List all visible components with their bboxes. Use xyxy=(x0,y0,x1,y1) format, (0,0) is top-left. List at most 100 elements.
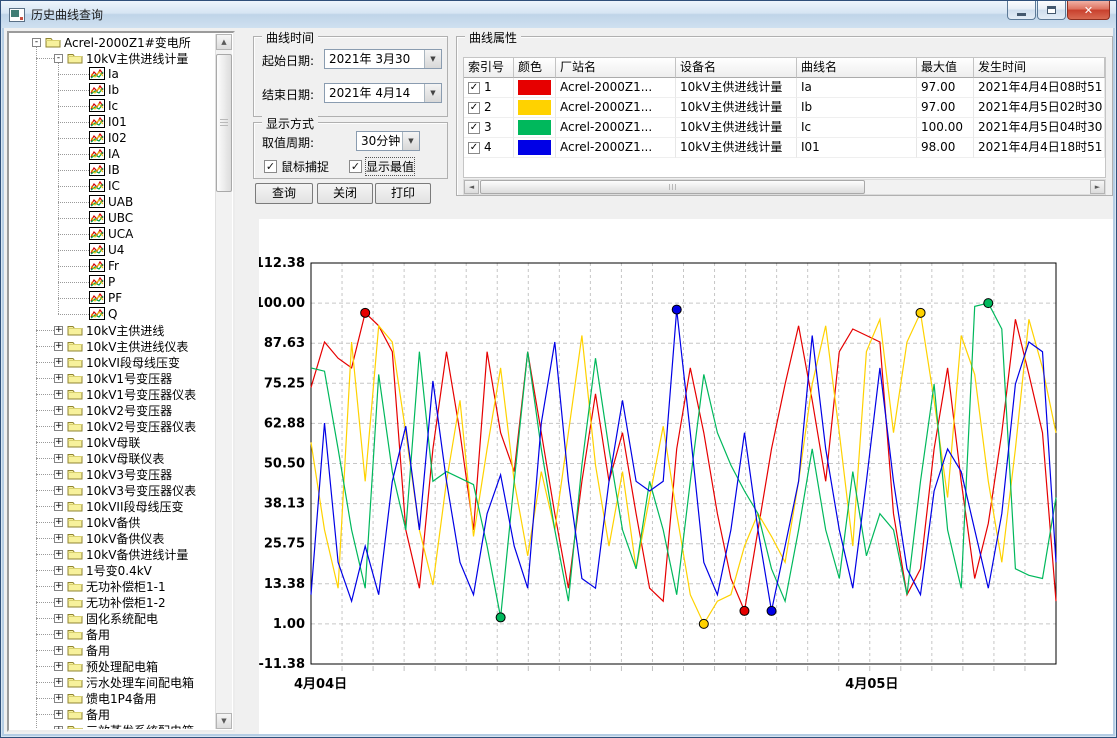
tree-item[interactable]: +10kVI段母线压变 xyxy=(10,354,214,370)
tree-item[interactable]: +10kV3号变压器 xyxy=(10,466,214,482)
expand-toggle-icon[interactable]: + xyxy=(54,678,63,687)
tree-item[interactable]: IA xyxy=(10,146,214,162)
tree-item[interactable]: +备用 xyxy=(10,706,214,722)
table-scroll-thumb[interactable] xyxy=(480,180,865,194)
expand-toggle-icon[interactable]: + xyxy=(54,566,63,575)
tree-item[interactable]: +10kV2号变压器仪表 xyxy=(10,418,214,434)
expand-toggle-icon[interactable]: + xyxy=(54,630,63,639)
query-button[interactable]: 查询 xyxy=(255,183,313,204)
tree-item[interactable]: +备用 xyxy=(10,626,214,642)
tree-item[interactable]: +10kVII段母线压变 xyxy=(10,498,214,514)
expand-toggle-icon[interactable]: + xyxy=(54,342,63,351)
scroll-right-button[interactable]: ► xyxy=(1090,180,1105,194)
maximize-button[interactable] xyxy=(1037,1,1066,20)
history-curve-chart[interactable]: 112.38100.0087.6375.2562.8850.5038.1325.… xyxy=(259,219,1113,734)
close-button[interactable]: ✕ xyxy=(1067,1,1110,20)
tree-item[interactable]: Fr xyxy=(10,258,214,274)
expand-toggle-icon[interactable]: + xyxy=(54,406,63,415)
expand-toggle-icon[interactable]: + xyxy=(54,614,63,623)
tree-item[interactable]: +10kV母联仪表 xyxy=(10,450,214,466)
expand-toggle-icon[interactable]: + xyxy=(54,502,63,511)
tree-vertical-scrollbar[interactable]: ▲ ▼ xyxy=(215,34,232,729)
tree-item[interactable]: +10kV主供进线仪表 xyxy=(10,338,214,354)
tree-item[interactable]: +无功补偿柜1-2 xyxy=(10,594,214,610)
table-column-header[interactable]: 索引号 xyxy=(464,58,514,78)
tree-item[interactable]: +预处理配电箱 xyxy=(10,658,214,674)
tree-item[interactable]: Q xyxy=(10,306,214,322)
tree-item[interactable]: -Acrel-2000Z1#变电所 xyxy=(10,34,214,50)
table-column-header[interactable]: 设备名 xyxy=(676,58,797,78)
curve-visible-checkbox[interactable]: ✓ xyxy=(468,102,480,114)
tree-item[interactable]: -10kV主供进线计量 xyxy=(10,50,214,66)
collapse-toggle-icon[interactable]: - xyxy=(54,54,63,63)
expand-toggle-icon[interactable]: + xyxy=(54,662,63,671)
tree-item[interactable]: IC xyxy=(10,178,214,194)
tree-item[interactable]: +备用 xyxy=(10,642,214,658)
end-date-picker[interactable]: 2021年 4月14 ▼ xyxy=(324,83,442,103)
start-date-picker[interactable]: 2021年 3月30 ▼ xyxy=(324,49,442,69)
expand-toggle-icon[interactable]: + xyxy=(54,710,63,719)
period-select[interactable]: 30分钟 ▼ xyxy=(356,131,420,151)
table-column-header[interactable]: 厂站名 xyxy=(556,58,676,78)
tree-item[interactable]: P xyxy=(10,274,214,290)
tree-item[interactable]: UCA xyxy=(10,226,214,242)
tree-item[interactable]: +馈电1P4备用 xyxy=(10,690,214,706)
expand-toggle-icon[interactable]: + xyxy=(54,582,63,591)
expand-toggle-icon[interactable]: + xyxy=(54,518,63,527)
titlebar[interactable]: 历史曲线查询 ✕ xyxy=(1,1,1116,28)
curve-visible-checkbox[interactable]: ✓ xyxy=(468,82,480,94)
expand-toggle-icon[interactable]: + xyxy=(54,486,63,495)
tree-item[interactable]: U4 xyxy=(10,242,214,258)
tree-item[interactable]: UAB xyxy=(10,194,214,210)
collapse-toggle-icon[interactable]: - xyxy=(32,38,41,47)
table-row[interactable]: ✓3Acrel-2000Z1...10kV主供进线计量Ic100.002021年… xyxy=(464,118,1105,138)
tree-item[interactable]: Ic xyxy=(10,98,214,114)
table-column-header[interactable]: 最大值 xyxy=(917,58,974,78)
tree-item[interactable]: +10kV备供仪表 xyxy=(10,530,214,546)
checkbox-check-icon[interactable]: ✓ xyxy=(264,160,277,173)
curve-visible-checkbox[interactable]: ✓ xyxy=(468,122,480,134)
tree-item[interactable]: PF xyxy=(10,290,214,306)
show-extremes-checkbox[interactable]: ✓ 显示最值 xyxy=(349,158,414,175)
mouse-capture-checkbox[interactable]: ✓ 鼠标捕捉 xyxy=(264,158,329,175)
table-column-header[interactable]: 颜色 xyxy=(514,58,556,78)
expand-toggle-icon[interactable]: + xyxy=(54,646,63,655)
scroll-down-button[interactable]: ▼ xyxy=(216,713,232,729)
expand-toggle-icon[interactable]: + xyxy=(54,726,63,730)
table-column-header[interactable]: 曲线名 xyxy=(797,58,917,78)
tree-item[interactable]: +10kV1号变压器 xyxy=(10,370,214,386)
chevron-down-icon[interactable]: ▼ xyxy=(402,132,419,150)
expand-toggle-icon[interactable]: + xyxy=(54,534,63,543)
tree-item[interactable]: +无功补偿柜1-1 xyxy=(10,578,214,594)
table-row[interactable]: ✓1Acrel-2000Z1...10kV主供进线计量Ia97.002021年4… xyxy=(464,78,1105,98)
chevron-down-icon[interactable]: ▼ xyxy=(424,84,441,102)
tree-scroll-thumb[interactable] xyxy=(216,54,232,192)
tree-item[interactable]: Ia xyxy=(10,66,214,82)
expand-toggle-icon[interactable]: + xyxy=(54,550,63,559)
tree-item[interactable]: +污水处理车间配电箱 xyxy=(10,674,214,690)
expand-toggle-icon[interactable]: + xyxy=(54,358,63,367)
expand-toggle-icon[interactable]: + xyxy=(54,598,63,607)
tree-item[interactable]: IB xyxy=(10,162,214,178)
tree-item[interactable]: I01 xyxy=(10,114,214,130)
expand-toggle-icon[interactable]: + xyxy=(54,326,63,335)
table-row[interactable]: ✓4Acrel-2000Z1...10kV主供进线计量I0198.002021年… xyxy=(464,138,1105,158)
expand-toggle-icon[interactable]: + xyxy=(54,374,63,383)
print-button[interactable]: 打印 xyxy=(375,183,431,204)
tree-item[interactable]: +1号变0.4kV xyxy=(10,562,214,578)
tree-item[interactable]: +10kV备供进线计量 xyxy=(10,546,214,562)
tree-item[interactable]: +10kV3号变压器仪表 xyxy=(10,482,214,498)
scroll-left-button[interactable]: ◄ xyxy=(464,180,479,194)
tree-item[interactable]: UBC xyxy=(10,210,214,226)
tree-item[interactable]: I02 xyxy=(10,130,214,146)
expand-toggle-icon[interactable]: + xyxy=(54,454,63,463)
minimize-button[interactable] xyxy=(1007,1,1036,20)
curve-visible-checkbox[interactable]: ✓ xyxy=(468,142,480,154)
checkbox-check-icon[interactable]: ✓ xyxy=(349,160,362,173)
table-column-header[interactable]: 发生时间 xyxy=(974,58,1105,78)
tree-item[interactable]: +10kV主供进线 xyxy=(10,322,214,338)
tree-item[interactable]: +10kV1号变压器仪表 xyxy=(10,386,214,402)
expand-toggle-icon[interactable]: + xyxy=(54,422,63,431)
scroll-up-button[interactable]: ▲ xyxy=(216,34,232,50)
tree-item[interactable]: +三效蒸发系统配电箱 xyxy=(10,722,214,729)
